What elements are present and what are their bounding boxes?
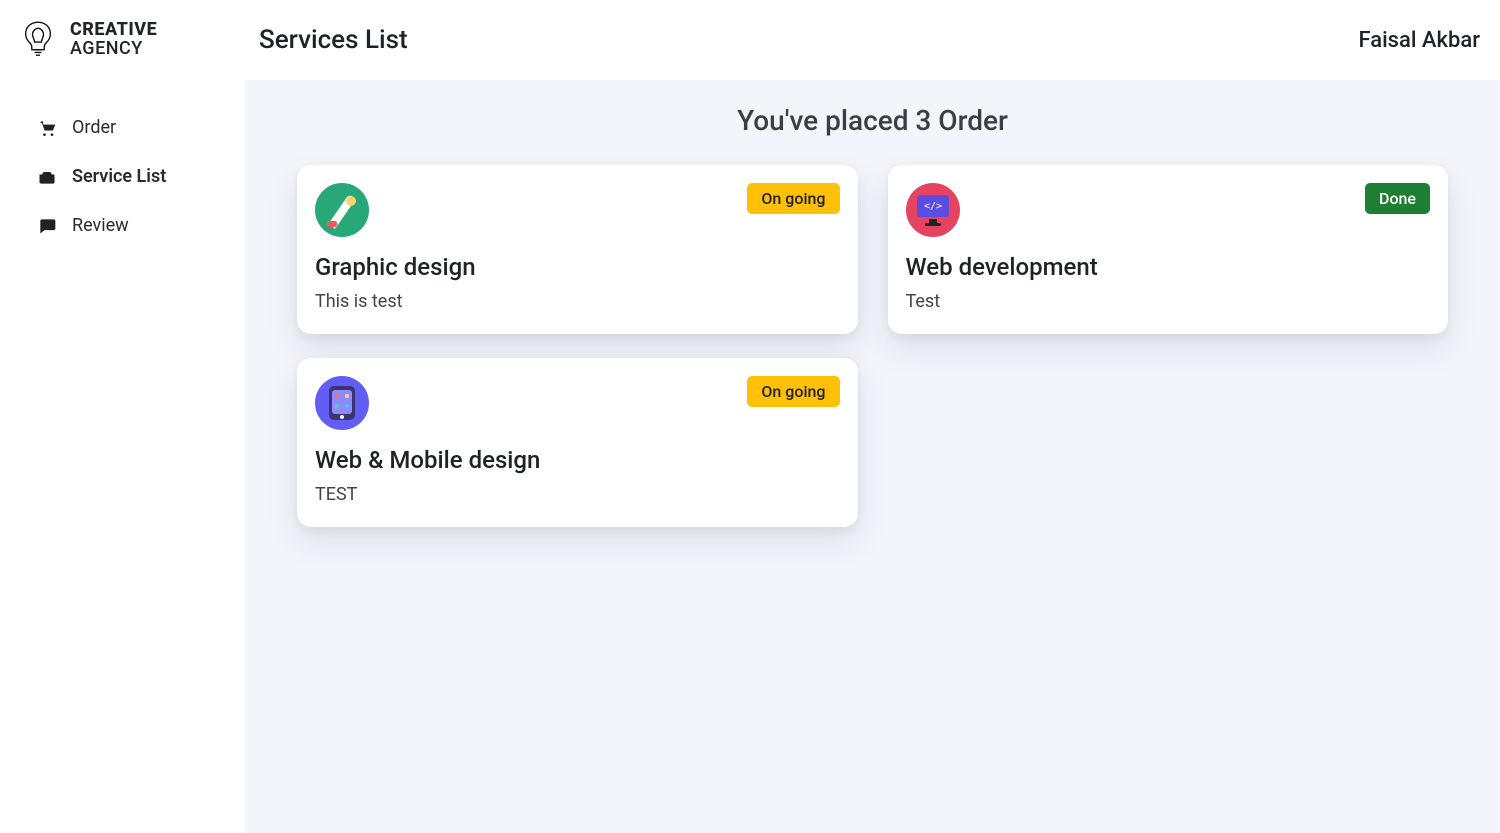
sidebar-item-label: Order xyxy=(72,117,116,138)
content: You've placed 3 Order xyxy=(245,80,1500,833)
svg-text:</>: </> xyxy=(923,201,941,212)
brand-icon xyxy=(16,18,60,62)
sidebar-item-order[interactable]: Order xyxy=(36,117,229,138)
palette-icon xyxy=(315,183,369,237)
mobile-design-icon xyxy=(315,376,369,430)
chat-icon xyxy=(36,216,58,236)
user-name[interactable]: Faisal Akbar xyxy=(1358,28,1480,53)
sidebar-nav: Order Service List Review xyxy=(16,117,229,236)
sidebar-item-review[interactable]: Review xyxy=(36,215,229,236)
order-description: This is test xyxy=(315,291,840,312)
brand-logo[interactable]: CREATIVE AGENCY xyxy=(16,18,229,62)
order-card: On going Web & Mobile design TEST xyxy=(297,358,858,527)
order-title: Web & Mobile design xyxy=(315,446,840,474)
brand-text: CREATIVE AGENCY xyxy=(70,21,157,59)
sidebar-item-service-list[interactable]: Service List xyxy=(36,166,229,187)
cart-icon xyxy=(36,118,58,138)
page-title: Services List xyxy=(259,25,408,55)
sidebar: CREATIVE AGENCY Order Service List xyxy=(0,0,245,833)
order-description: Test xyxy=(906,291,1431,312)
sidebar-item-label: Service List xyxy=(72,166,166,187)
status-badge: Done xyxy=(1365,183,1430,214)
sidebar-item-label: Review xyxy=(72,215,129,236)
order-card: On going Graphic design This is test xyxy=(297,165,858,334)
status-badge: On going xyxy=(747,183,839,214)
order-title: Graphic design xyxy=(315,253,840,281)
status-badge: On going xyxy=(747,376,839,407)
order-card: </> Done Web development Test xyxy=(888,165,1449,334)
monitor-code-icon: </> xyxy=(906,183,960,237)
order-summary: You've placed 3 Order xyxy=(297,104,1448,137)
order-title: Web development xyxy=(906,253,1431,281)
order-description: TEST xyxy=(315,484,840,505)
toolbox-icon xyxy=(36,167,58,187)
topbar: Services List Faisal Akbar xyxy=(245,0,1500,80)
order-cards: On going Graphic design This is test xyxy=(297,165,1448,527)
